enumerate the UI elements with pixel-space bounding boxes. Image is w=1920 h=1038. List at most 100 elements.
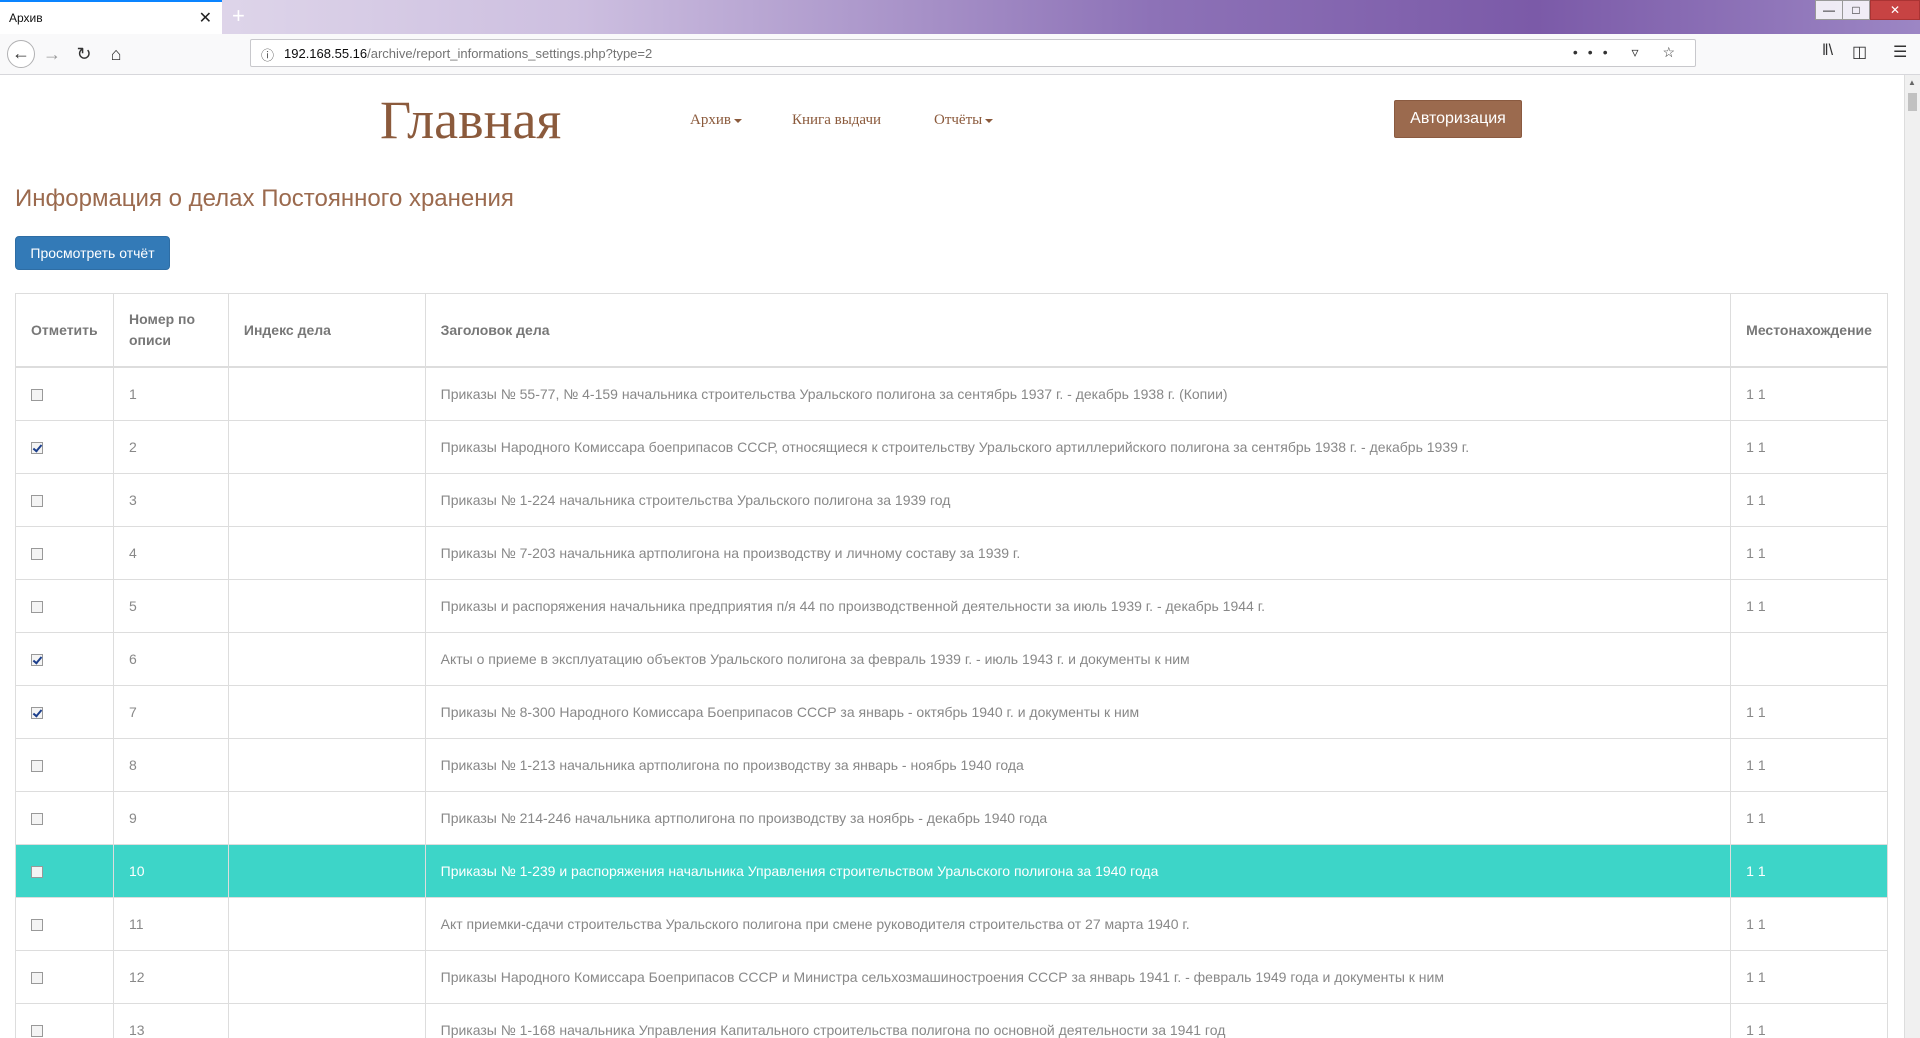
close-window-icon[interactable]: ✕	[1870, 0, 1920, 20]
caret-down-icon	[985, 118, 994, 123]
row-checkbox-cell	[15, 950, 114, 1004]
cell-case-title: Приказы № 55-77, № 4-159 начальника стро…	[424, 366, 1732, 421]
cell-case-title: Приказы Народного Комиссара Боеприпасов …	[424, 950, 1732, 1004]
nav-issue-book[interactable]: Книга выдачи	[792, 112, 881, 129]
home-icon[interactable]: ⌂	[104, 42, 128, 66]
back-arrow-icon[interactable]: ←	[7, 40, 35, 68]
col-header-inventory-number[interactable]: Номер по описи	[112, 293, 229, 368]
login-button[interactable]: Авторизация	[1394, 100, 1522, 138]
row-checkbox[interactable]	[31, 919, 43, 932]
cell-case-index	[227, 950, 426, 1004]
cell-case-title: Приказы № 8-300 Народного Комиссара Боеп…	[424, 685, 1732, 739]
row-checkbox[interactable]	[31, 813, 43, 826]
row-checkbox[interactable]	[31, 707, 43, 720]
cell-inventory-number: 8	[112, 738, 229, 792]
cell-case-title: Приказы № 214-246 начальника артполигона…	[424, 791, 1732, 845]
table-row[interactable]: 5 Приказы и распоряжения начальника предп…	[15, 579, 1888, 633]
row-checkbox[interactable]	[31, 972, 43, 985]
row-checkbox-cell	[15, 526, 114, 580]
cell-location: 1 1	[1730, 791, 1888, 845]
row-checkbox-cell	[15, 791, 114, 845]
cell-location: 1 1	[1730, 473, 1888, 527]
bookmark-star-icon[interactable]: ☆	[1662, 44, 1685, 60]
cell-case-title: Акт приемки-сдачи строительства Уральско…	[424, 897, 1732, 951]
cases-table: Отметить Номер по описи Индекс дела Заго…	[15, 293, 1888, 1038]
table-row[interactable]: 9 Приказы № 214-246 начальника артполигон…	[15, 791, 1888, 845]
address-url: 192.168.55.16/archive/report_information…	[284, 46, 652, 61]
nav-archive-dropdown[interactable]: Архив	[690, 112, 742, 129]
table-row[interactable]: 1 Приказы № 55-77, № 4-159 начальника стр…	[15, 366, 1888, 421]
col-header-location[interactable]: Местонахождение	[1730, 293, 1888, 368]
scrollbar-thumb[interactable]	[1908, 93, 1917, 111]
scroll-up-arrow-icon[interactable]: ▲	[1908, 78, 1916, 87]
page-actions-icon[interactable]: •••	[1573, 44, 1618, 60]
row-checkbox[interactable]	[31, 442, 43, 455]
cell-case-index	[227, 632, 426, 686]
cell-case-title: Приказы и распоряжения начальника предпр…	[424, 579, 1732, 633]
menu-hamburger-icon[interactable]: ☰	[1893, 42, 1907, 62]
new-tab-button[interactable]: +	[232, 3, 245, 29]
cell-case-index	[227, 473, 426, 527]
row-checkbox-cell	[15, 366, 114, 421]
cell-inventory-number: 10	[112, 844, 229, 898]
url-host: 192.168.55.16	[284, 46, 368, 61]
table-row[interactable]: 10 Приказы № 1-239 и распоряжения начальн…	[15, 844, 1888, 898]
row-checkbox[interactable]	[31, 495, 43, 508]
nav-reports-dropdown[interactable]: Отчёты	[934, 112, 994, 129]
nav-reports-label: Отчёты	[934, 112, 983, 128]
cell-inventory-number: 2	[112, 420, 229, 474]
site-info-icon[interactable]: ⓘ	[261, 45, 274, 64]
row-checkbox[interactable]	[31, 654, 43, 667]
close-tab-icon[interactable]: ✕	[199, 8, 212, 28]
cell-location: 1 1	[1730, 420, 1888, 474]
cell-inventory-number: 12	[112, 950, 229, 1004]
maximize-window-icon[interactable]: □	[1842, 0, 1870, 20]
cell-inventory-number: 5	[112, 579, 229, 633]
library-icon[interactable]: ‖\	[1822, 42, 1833, 60]
cell-inventory-number: 11	[112, 897, 229, 951]
table-row[interactable]: 13 Приказы № 1-168 начальника Управления …	[15, 1003, 1888, 1038]
vertical-scrollbar[interactable]: ▲	[1904, 75, 1920, 1038]
col-header-mark[interactable]: Отметить	[15, 293, 114, 368]
row-checkbox-cell	[15, 579, 114, 633]
table-header-row: Отметить Номер по описи Индекс дела Заго…	[15, 293, 1888, 368]
cell-location: 1 1	[1730, 366, 1888, 421]
pocket-icon[interactable]: ▿	[1632, 44, 1649, 60]
col-header-case-title[interactable]: Заголовок дела	[424, 293, 1732, 368]
sidebar-icon[interactable]: ◫	[1852, 42, 1867, 62]
cell-case-title: Приказы Народного Комиссара боеприпасов …	[424, 420, 1732, 474]
row-checkbox-cell	[15, 897, 114, 951]
page-title: Информация о делах Постоянного хранения	[15, 185, 514, 212]
table-row[interactable]: 8 Приказы № 1-213 начальника артполигона …	[15, 738, 1888, 792]
forward-arrow-icon[interactable]: →	[40, 42, 64, 66]
cell-location: 1 1	[1730, 526, 1888, 580]
table-row[interactable]: 7 Приказы № 8-300 Народного Комиссара Бое…	[15, 685, 1888, 739]
table-row[interactable]: 12 Приказы Народного Комиссара Боеприпасо…	[15, 950, 1888, 1004]
row-checkbox-cell	[15, 685, 114, 739]
browser-tab[interactable]: Архив ✕	[0, 0, 222, 34]
cell-location: 1 1	[1730, 844, 1888, 898]
row-checkbox[interactable]	[31, 601, 43, 614]
row-checkbox[interactable]	[31, 866, 43, 879]
table-row[interactable]: 4 Приказы № 7-203 начальника артполигона …	[15, 526, 1888, 580]
table-row[interactable]: 3 Приказы № 1-224 начальника строительств…	[15, 473, 1888, 527]
cell-inventory-number: 1	[112, 366, 229, 421]
cell-inventory-number: 4	[112, 526, 229, 580]
col-header-case-index[interactable]: Индекс дела	[227, 293, 426, 368]
table-row[interactable]: 11 Акт приемки-сдачи строительства Уральс…	[15, 897, 1888, 951]
table-row[interactable]: 2 Приказы Народного Комиссара боеприпасов…	[15, 420, 1888, 474]
cell-case-index	[227, 1003, 426, 1038]
table-row[interactable]: 6 Акты о приеме в эксплуатацию объектов У…	[15, 632, 1888, 686]
reload-icon[interactable]: ↻	[72, 42, 96, 66]
minimize-window-icon[interactable]: —	[1815, 0, 1843, 20]
url-path: /archive/report_informations_settings.ph…	[367, 46, 653, 61]
row-checkbox[interactable]	[31, 760, 43, 773]
row-checkbox[interactable]	[31, 1025, 43, 1038]
row-checkbox[interactable]	[31, 389, 43, 402]
cell-case-index	[227, 685, 426, 739]
view-report-button[interactable]: Просмотреть отчёт	[15, 236, 170, 270]
brand-home-link[interactable]: Главная	[380, 89, 561, 151]
address-bar[interactable]: ⓘ 192.168.55.16/archive/report_informati…	[250, 39, 1696, 67]
row-checkbox[interactable]	[31, 548, 43, 561]
nav-archive-label: Архив	[690, 112, 731, 128]
